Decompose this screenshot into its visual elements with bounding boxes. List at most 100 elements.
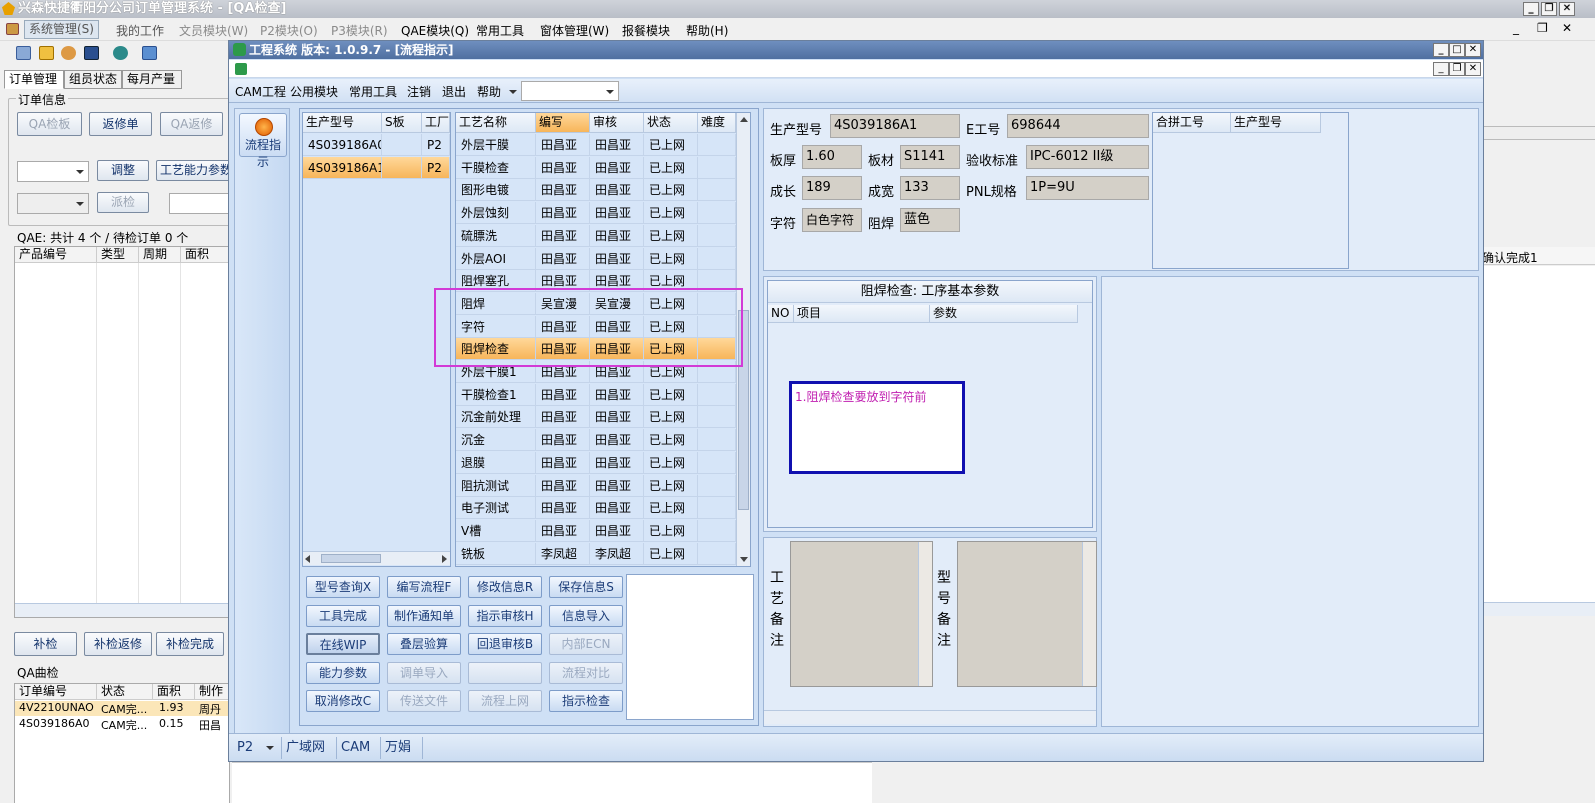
col-type[interactable]: 类型 — [97, 247, 139, 263]
action-button[interactable]: 指示检查 — [549, 690, 623, 712]
app-menu-icon[interactable] — [6, 23, 19, 35]
param-table[interactable]: 阻焊检查: 工序基本参数 NO 项目 参数 1.阻焊检查要放到字符前 — [767, 280, 1093, 528]
process-row[interactable]: 沉金前处理 田昌亚 田昌亚 已上网 — [456, 406, 736, 429]
process-row[interactable]: V槽 田昌亚 田昌亚 已上网 — [456, 519, 736, 542]
action-button[interactable]: 工具完成 — [306, 604, 380, 627]
scroll-left-icon[interactable] — [305, 555, 310, 563]
plant-dropdown-icon[interactable] — [266, 746, 274, 754]
process-capability-button[interactable]: 工艺能力参数 — [156, 160, 236, 181]
process-row[interactable]: 外层AOI 田昌亚 田昌亚 已上网 — [456, 247, 736, 270]
action-button[interactable] — [468, 661, 542, 684]
col-status[interactable]: 状态 — [97, 684, 153, 700]
col-area[interactable]: 面积 — [181, 247, 231, 263]
col-cycle[interactable]: 周期 — [139, 247, 181, 263]
col-state[interactable]: 状态 — [644, 113, 698, 133]
menu-system[interactable]: 系统管理(S) — [24, 20, 99, 39]
col-reviewer[interactable]: 审核 — [590, 113, 644, 133]
inner-close-icon[interactable]: ✕ — [1465, 43, 1481, 57]
menu-logout[interactable]: 注销 — [407, 83, 431, 100]
close-icon[interactable]: ✕ — [1559, 2, 1575, 16]
menu-help[interactable]: 帮助(H) — [686, 22, 728, 39]
col-maker[interactable]: 制作 — [195, 684, 231, 700]
menu-clerk[interactable]: 文员模块(W) — [179, 22, 248, 39]
menu-help-inner[interactable]: 帮助 — [477, 83, 501, 100]
action-button[interactable]: 指示审核H — [468, 604, 542, 627]
table-row[interactable]: 4S039186A0 CAM完... 0.15 田昌 — [15, 717, 229, 732]
col-s-board[interactable]: S板 — [382, 113, 422, 133]
adjust-button[interactable]: 调整 — [97, 160, 149, 181]
dispatch-input[interactable] — [169, 193, 233, 214]
process-note-box[interactable] — [790, 541, 933, 687]
process-row[interactable]: 干膜检查1 田昌亚 田昌亚 已上网 — [456, 383, 736, 406]
menu-my-work[interactable]: 我的工作 — [116, 22, 164, 39]
qa-check-button[interactable]: QA检板 — [17, 112, 82, 136]
action-button[interactable]: 叠层验算 — [387, 633, 461, 655]
user-icon[interactable] — [142, 46, 157, 60]
col-factory[interactable]: 工厂 — [422, 113, 450, 133]
col-prod-model[interactable]: 生产型号 — [303, 113, 382, 133]
action-button[interactable]: 信息导入 — [549, 604, 623, 627]
col-product-no[interactable]: 产品编号 — [15, 247, 97, 263]
col-merge-model[interactable]: 生产型号 — [1231, 113, 1321, 133]
action-button[interactable]: 回退审核B — [468, 633, 542, 655]
help-dropdown-icon[interactable] — [509, 90, 517, 98]
process-row[interactable]: 硫膘洗 田昌亚 田昌亚 已上网 — [456, 224, 736, 247]
col-area2[interactable]: 面积 — [153, 684, 195, 700]
mdi-close-icon[interactable]: ✕ — [1562, 21, 1572, 35]
action-button[interactable]: 流程上网 — [468, 690, 542, 712]
filter-combo[interactable] — [17, 161, 89, 182]
menu-exit[interactable]: 退出 — [442, 83, 466, 100]
model-hscroll[interactable] — [303, 551, 450, 565]
col-param[interactable]: 参数 — [930, 305, 1078, 323]
recheck-button[interactable]: 补检 — [14, 632, 77, 656]
menu-p2[interactable]: P2模块(O) — [260, 22, 318, 39]
restore-icon[interactable]: ❐ — [1541, 2, 1557, 16]
process-note-scroll[interactable] — [918, 542, 932, 686]
tab-monthly-output[interactable]: 每月产量 — [122, 70, 182, 89]
recheck-complete-button[interactable]: 补检完成 — [156, 632, 224, 656]
child-minimize-icon[interactable]: _ — [1433, 62, 1449, 76]
action-button[interactable]: 取消修改C — [306, 690, 380, 712]
qae-grid[interactable]: 产品编号 类型 周期 面积 — [14, 246, 231, 618]
action-button[interactable]: 型号查询X — [306, 576, 380, 598]
action-button[interactable]: 编写流程F — [387, 576, 461, 598]
minimize-icon[interactable]: _ — [1523, 2, 1539, 16]
child-close-icon[interactable]: ✕ — [1465, 62, 1481, 76]
mdi-child-icon[interactable] — [235, 63, 247, 75]
dispatch-button[interactable]: 派检 — [97, 192, 149, 213]
menu-qae[interactable]: QAE模块(Q) — [401, 22, 469, 39]
plant-selector[interactable]: P2 — [233, 737, 277, 759]
scroll-right-icon[interactable] — [442, 555, 447, 563]
menu-common-module[interactable]: 公用模块 — [290, 83, 338, 100]
model-note-box[interactable] — [957, 541, 1097, 687]
globe-icon[interactable] — [113, 46, 128, 60]
toolbar-combo[interactable] — [521, 81, 619, 101]
process-row[interactable]: 退膜 田昌亚 田昌亚 已上网 — [456, 451, 736, 474]
scroll-up-icon[interactable] — [740, 117, 748, 122]
process-guide-button[interactable]: 流程指示 — [239, 113, 287, 169]
qae-grid-hscroll[interactable] — [15, 603, 229, 617]
action-button[interactable]: 流程对比 — [549, 661, 623, 684]
action-button[interactable]: 在线WIP — [306, 633, 380, 655]
model-row[interactable]: 4S039186A0 P2 — [303, 134, 450, 156]
save-icon[interactable] — [84, 46, 99, 60]
inner-minimize-icon[interactable]: _ — [1433, 43, 1449, 57]
qa-curve-grid[interactable]: 订单编号 状态 面积 制作 4V2210UNAO CAM完... 1.93 周丹… — [14, 683, 231, 803]
model-row[interactable]: 4S039186A1 P2 — [303, 157, 450, 179]
assign-combo[interactable] — [17, 193, 89, 214]
menu-p3[interactable]: P3模块(R) — [331, 22, 388, 39]
process-row[interactable]: 沉金 田昌亚 田昌亚 已上网 — [456, 429, 736, 452]
scroll-thumb[interactable] — [321, 554, 381, 563]
col-writer[interactable]: 编写 — [536, 113, 590, 133]
action-button[interactable]: 内部ECN — [549, 633, 623, 655]
col-process-name[interactable]: 工艺名称 — [456, 113, 536, 133]
child-restore-icon[interactable]: ❐ — [1449, 62, 1465, 76]
model-note-scroll[interactable] — [1082, 542, 1096, 686]
process-row[interactable]: 外层干膜 田昌亚 田昌亚 已上网 — [456, 134, 736, 156]
col-order-no[interactable]: 订单编号 — [15, 684, 97, 700]
action-button[interactable]: 能力参数 — [306, 661, 380, 684]
menu-tools[interactable]: 常用工具 — [476, 22, 524, 39]
process-row[interactable]: 图形电镀 田昌亚 田昌亚 已上网 — [456, 179, 736, 202]
action-button[interactable]: 调单导入 — [387, 661, 461, 684]
merge-table[interactable]: 合拼工号 生产型号 — [1152, 112, 1349, 269]
